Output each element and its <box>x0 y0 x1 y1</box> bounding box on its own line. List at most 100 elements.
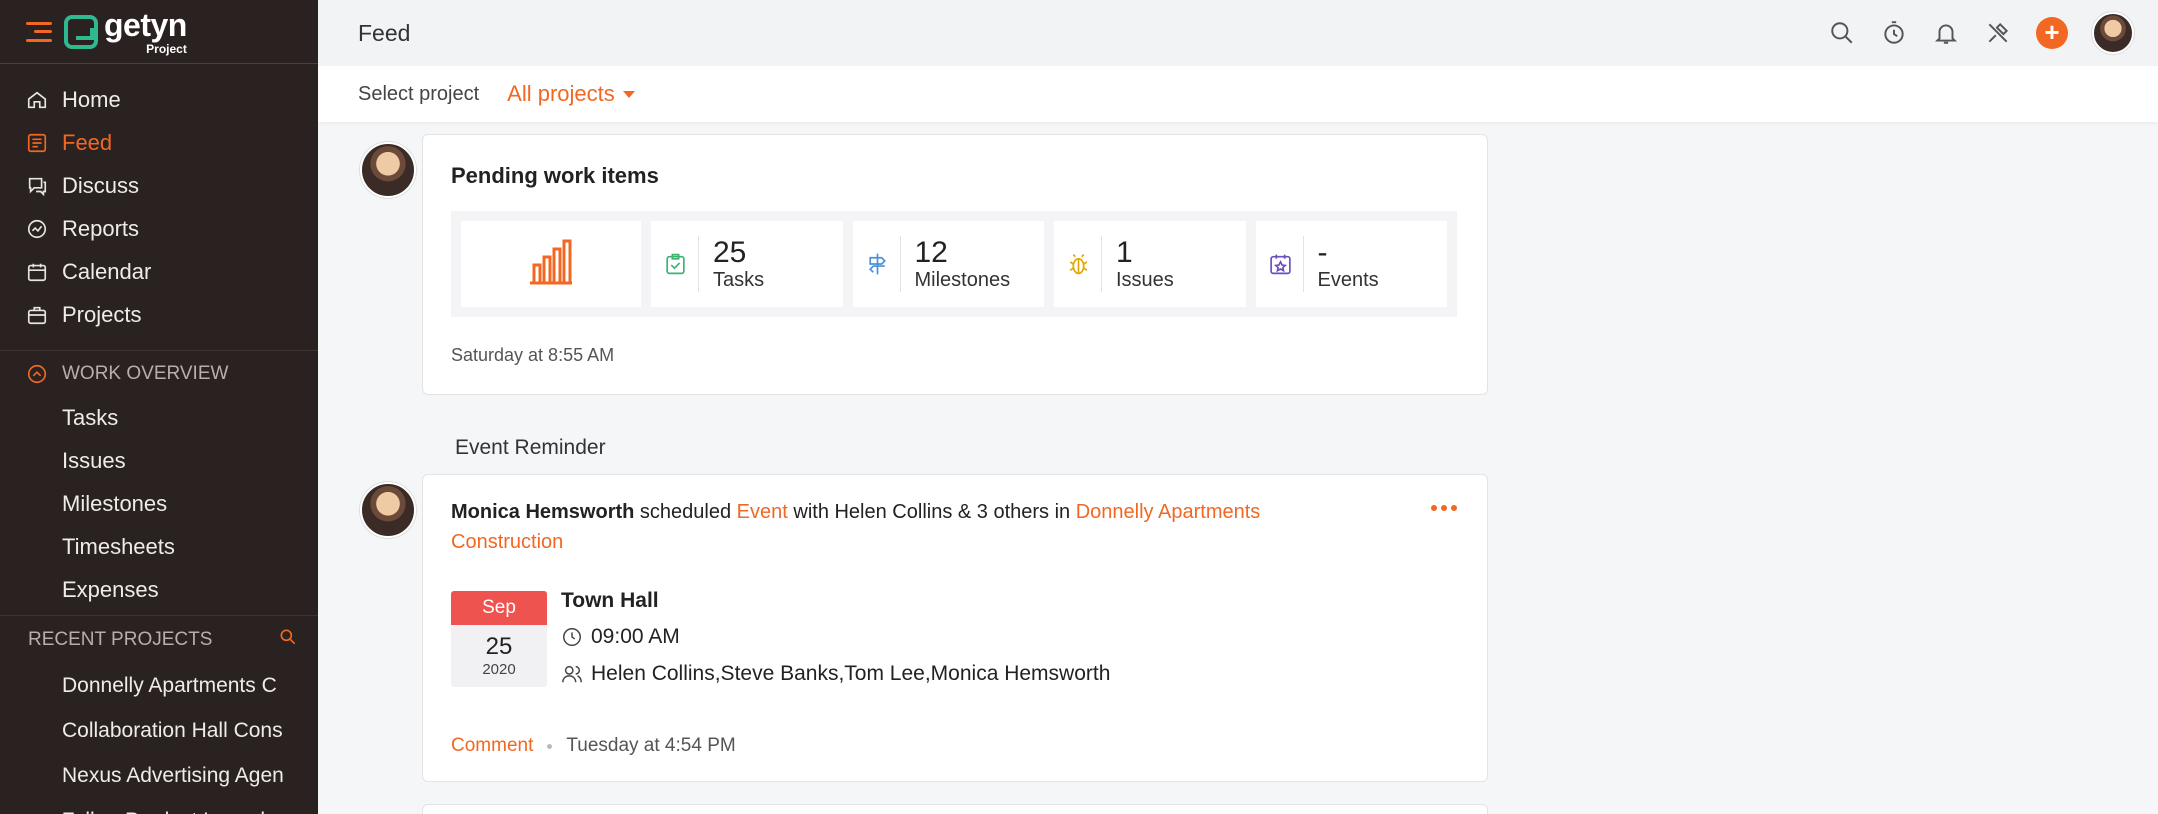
sidebar-item-label: Discuss <box>62 172 140 198</box>
chevron-up-icon <box>26 363 48 385</box>
actor-name[interactable]: Monica Hemsworth <box>451 501 634 523</box>
stat-label: Tasks <box>713 269 765 291</box>
sidebar-item-label: Projects <box>62 301 142 327</box>
sidebar-item-reports[interactable]: Reports <box>0 207 318 250</box>
milestone-signpost-icon <box>865 236 901 292</box>
project-select[interactable]: All projects <box>507 81 635 107</box>
feed-avatar[interactable] <box>360 142 416 198</box>
more-options-icon[interactable] <box>1431 505 1457 511</box>
stat-label: Issues <box>1116 269 1174 291</box>
event-attendees: Helen Collins,Steve Banks,Tom Lee,Monica… <box>591 662 1111 685</box>
sidebar-item-expenses[interactable]: Expenses <box>0 568 318 611</box>
discuss-icon <box>26 175 48 197</box>
bell-icon[interactable] <box>1932 19 1960 47</box>
stat-value: 1 <box>1116 236 1133 269</box>
recent-projects-title: RECENT PROJECTS <box>28 628 213 650</box>
event-link[interactable]: Event <box>737 501 788 523</box>
stat-value: 12 <box>914 236 948 269</box>
sidebar: getyn Project Home Feed Discuss Reports … <box>0 0 318 814</box>
comment-link[interactable]: Comment <box>451 735 533 757</box>
home-icon <box>26 89 48 111</box>
event-card-footer: Comment Tuesday at 4:54 PM <box>451 735 736 757</box>
date-badge: Sep 25 2020 <box>451 591 547 687</box>
sidebar-item-discuss[interactable]: Discuss <box>0 164 318 207</box>
work-overview-toggle[interactable]: WORK OVERVIEW <box>0 350 318 396</box>
feed-avatar[interactable] <box>360 482 416 538</box>
reports-icon <box>26 218 48 240</box>
sidebar-item-label: Feed <box>62 129 113 155</box>
top-bar: Feed + <box>318 0 2158 66</box>
tools-icon[interactable] <box>1984 19 2012 47</box>
sidebar-item-milestones[interactable]: Milestones <box>0 482 318 525</box>
next-feed-card <box>422 804 1488 814</box>
sidebar-item-label: Reports <box>62 215 140 241</box>
event-time-row: 09:00 AM <box>561 625 680 649</box>
sidebar-item-calendar[interactable]: Calendar <box>0 250 318 293</box>
project-select-value: All projects <box>507 81 615 106</box>
pending-stats: 25 Tasks 12 Milestones 1 Issues - Events <box>451 211 1457 317</box>
stat-tasks[interactable]: 25 Tasks <box>651 221 843 307</box>
calendar-icon <box>26 261 48 283</box>
timestamp: Tuesday at 4:54 PM <box>566 735 736 756</box>
recent-project-item[interactable]: Collaboration Hall Cons <box>0 708 288 753</box>
event-summary: Monica Hemsworth scheduled Event with He… <box>451 497 1331 557</box>
sidebar-item-home[interactable]: Home <box>0 78 318 121</box>
date-day: 25 <box>485 633 513 660</box>
separator-dot <box>547 743 553 749</box>
event-reminder-heading: Event Reminder <box>455 436 606 459</box>
logo[interactable]: getyn Project <box>104 9 187 55</box>
search-icon[interactable] <box>1828 19 1856 47</box>
stat-milestones[interactable]: 12 Milestones <box>852 221 1044 307</box>
search-icon[interactable] <box>278 627 298 653</box>
select-project-label: Select project <box>358 82 480 105</box>
task-check-icon <box>663 236 699 292</box>
timestamp: Saturday at 8:55 AM <box>451 345 615 365</box>
stat-issues[interactable]: 1 Issues <box>1054 221 1246 307</box>
summary-text: scheduled <box>634 501 737 523</box>
sidebar-item-label: Home <box>62 86 121 112</box>
add-button[interactable]: + <box>2036 17 2068 49</box>
logo-icon <box>64 14 98 49</box>
menu-toggle-icon[interactable] <box>26 21 52 42</box>
recent-project-item[interactable]: Zylker Product Launch <box>0 798 288 814</box>
stat-events[interactable]: - Events <box>1255 221 1447 307</box>
sidebar-item-tasks[interactable]: Tasks <box>0 396 318 439</box>
event-title: Town Hall <box>561 589 659 612</box>
sidebar-item-label: Calendar <box>62 258 152 284</box>
brand-bar: getyn Project <box>0 0 318 64</box>
main-nav: Home Feed Discuss Reports Calendar Proje… <box>0 64 318 336</box>
event-card: Monica Hemsworth scheduled Event with He… <box>422 474 1488 782</box>
summary-text: with Helen Collins & 3 others in <box>787 501 1076 523</box>
sidebar-item-issues[interactable]: Issues <box>0 439 318 482</box>
top-icons: + <box>1828 12 2134 54</box>
timer-icon[interactable] <box>1880 19 1908 47</box>
page-title: Feed <box>358 19 411 46</box>
date-year: 2020 <box>482 661 516 678</box>
clock-icon <box>563 628 581 646</box>
sidebar-item-projects[interactable]: Projects <box>0 293 318 336</box>
event-time: 09:00 AM <box>591 625 680 648</box>
feed-icon <box>26 132 48 154</box>
event-calendar-icon <box>1268 236 1304 292</box>
recent-projects-header: RECENT PROJECTS <box>0 615 318 663</box>
stat-value: - <box>1317 236 1328 269</box>
date-month: Sep <box>451 591 547 625</box>
projects-icon <box>26 304 48 326</box>
sidebar-item-timesheets[interactable]: Timesheets <box>0 525 318 568</box>
pending-work-card: Pending work items 25 Tasks 12 Milestones … <box>422 134 1488 395</box>
pending-work-title: Pending work items <box>451 163 659 188</box>
logo-name: getyn <box>104 6 187 43</box>
work-overview-title: WORK OVERVIEW <box>62 362 229 384</box>
stat-label: Events <box>1317 269 1379 291</box>
bar-chart-tile[interactable] <box>461 221 641 307</box>
recent-project-item[interactable]: Nexus Advertising Agen <box>0 753 288 798</box>
stat-label: Milestones <box>914 269 1011 291</box>
sidebar-item-feed[interactable]: Feed <box>0 121 318 164</box>
people-icon <box>562 665 582 683</box>
stat-value: 25 <box>713 236 747 269</box>
bar-chart-icon <box>528 239 574 290</box>
recent-project-item[interactable]: Donnelly Apartments C <box>0 663 288 708</box>
project-bar: Select project All projects <box>318 66 2158 122</box>
user-avatar[interactable] <box>2092 12 2134 54</box>
event-attendees-row: Helen Collins,Steve Banks,Tom Lee,Monica… <box>561 662 1110 686</box>
